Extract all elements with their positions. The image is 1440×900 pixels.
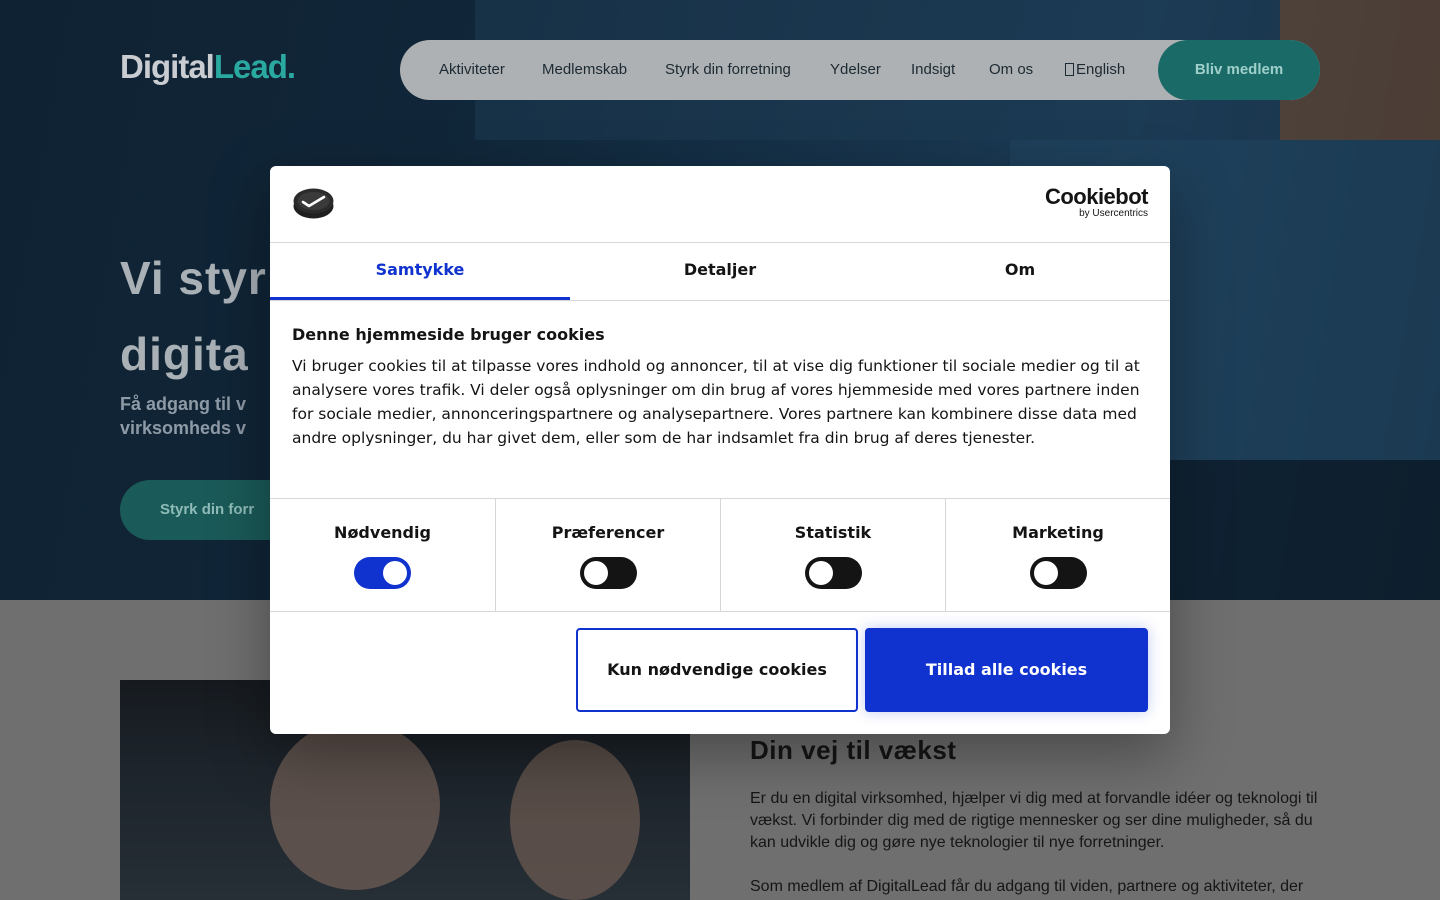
hero-subtitle: Få adgang til v virksomheds v [120, 392, 280, 440]
tab-detaljer[interactable]: Detaljer [570, 243, 870, 300]
toggle-group-necessary: Nødvendig [270, 499, 495, 612]
toggle-marketing[interactable] [1029, 557, 1087, 589]
dialog-description: Vi bruger cookies til at tilpasse vores … [292, 357, 1140, 447]
toggle-label-marketing: Marketing [1012, 523, 1104, 542]
language-switch[interactable]: English [1065, 40, 1125, 100]
globe-icon [1065, 63, 1074, 76]
become-member-button[interactable]: Bliv medlem [1158, 40, 1320, 100]
cookiebot-brand[interactable]: Cookiebot by Usercentrics [1044, 184, 1149, 220]
toggle-group-marketing: Marketing [945, 499, 1170, 612]
nav-item-ydelser[interactable]: Ydelser [830, 40, 881, 100]
toggle-label-statistics: Statistik [794, 523, 872, 542]
nav-item-indsigt[interactable]: Indsigt [911, 40, 955, 100]
allow-all-cookies-button[interactable]: Tillad alle cookies [865, 628, 1148, 712]
nav-item-om-os[interactable]: Om os [989, 40, 1033, 100]
nav-item-styrk-din-forretning[interactable]: Styrk din forretning [665, 40, 791, 100]
hero-title: Vi styr digita [120, 240, 280, 392]
cookie-consent-dialog: Cookiebot by Usercentrics Samtykke Detal… [270, 166, 1170, 734]
cookiebot-brand-byline: by Usercentrics [1079, 208, 1148, 219]
toggle-label-necessary: Nødvendig [334, 523, 431, 542]
toggle-knob [1033, 561, 1058, 585]
hero-background-image [1170, 460, 1440, 600]
dialog-body: Denne hjemmeside bruger cookies Vi bruge… [292, 324, 1150, 450]
hero-subtitle-line: Få adgang til v [120, 394, 247, 414]
tab-samtykke[interactable]: Samtykke [270, 243, 570, 300]
cookiebot-logo-icon [293, 188, 334, 219]
photo-person [510, 740, 640, 900]
consent-toggles: Nødvendig Præferencer Statistik Marketin… [270, 498, 1170, 612]
hero-cta-button[interactable]: Styrk din forr [120, 480, 280, 540]
main-nav: Aktiviteter Medlemskab Styrk din forretn… [400, 40, 1320, 100]
hero-subtitle-line: virksomheds v [120, 418, 247, 438]
nav-item-aktiviteter[interactable]: Aktiviteter [439, 40, 505, 100]
logo-text-lead: Lead. [213, 48, 296, 85]
dialog-title: Denne hjemmeside bruger cookies [292, 325, 605, 344]
dialog-tabs: Samtykke Detaljer Om [270, 243, 1170, 301]
hero-title-line: digita [120, 328, 249, 380]
dialog-header: Cookiebot by Usercentrics [270, 166, 1170, 243]
logo-text-digital: Digital [120, 48, 215, 85]
toggle-knob [808, 561, 833, 585]
site-logo[interactable]: DigitalLead. [120, 48, 296, 86]
toggle-necessary[interactable] [354, 557, 411, 589]
toggle-group-statistics: Statistik [720, 499, 945, 612]
tab-om[interactable]: Om [870, 243, 1170, 300]
necessary-cookies-only-button[interactable]: Kun nødvendige cookies [576, 628, 858, 712]
toggle-preferences[interactable] [579, 557, 637, 589]
language-label: English [1076, 61, 1126, 78]
cookiebot-brand-name: Cookiebot [1044, 184, 1149, 209]
toggle-group-preferences: Præferencer [495, 499, 720, 612]
photo-person [270, 720, 440, 890]
nav-item-medlemskab[interactable]: Medlemskab [542, 40, 627, 100]
section-paragraph: Som medlem af DigitalLead får du adgang … [750, 878, 1304, 895]
hero-title-line: Vi styr [120, 252, 267, 304]
section-title: Din vej til vækst [750, 735, 957, 765]
section-paragraph: Er du en digital virksomhed, hjælper vi … [750, 790, 1318, 851]
toggle-statistics[interactable] [804, 557, 862, 589]
toggle-knob [583, 561, 608, 585]
toggle-knob [383, 561, 407, 585]
toggle-label-preferences: Præferencer [551, 523, 665, 542]
